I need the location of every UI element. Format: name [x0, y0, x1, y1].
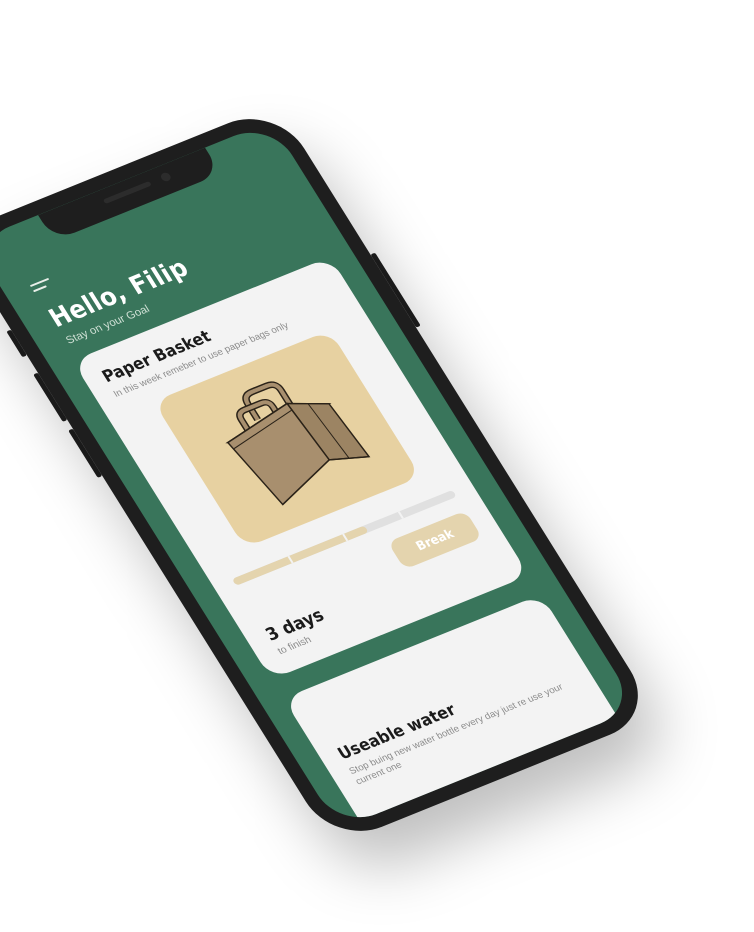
challenge-card[interactable]: Paper Basket In this week remeber to use…: [72, 256, 530, 680]
phone-notch: [38, 147, 222, 241]
break-button[interactable]: Break: [387, 510, 483, 570]
phone-mockup: Hello, Filip Stay on your Goal Paper Bas…: [0, 103, 659, 847]
phone-mute-switch: [6, 329, 28, 358]
menu-icon-line: [32, 285, 47, 293]
progress-segment-divider: [397, 511, 404, 520]
front-camera: [159, 171, 173, 183]
stage: Hello, Filip Stay on your Goal Paper Bas…: [0, 0, 754, 932]
paper-bag-icon: [225, 381, 371, 506]
speaker-grille: [102, 180, 152, 205]
menu-icon[interactable]: [29, 277, 56, 298]
